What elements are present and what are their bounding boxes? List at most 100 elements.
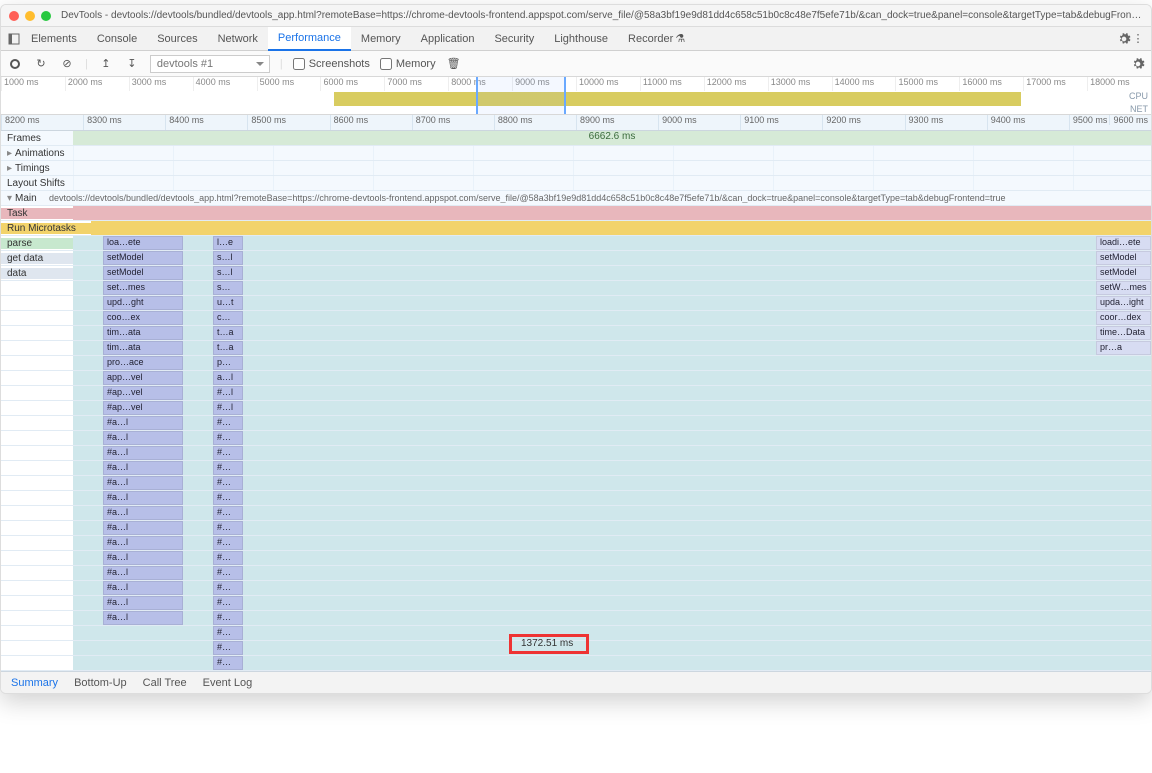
minimize-icon[interactable] — [25, 11, 35, 21]
flame-row[interactable]: #a…l #… — [1, 461, 1151, 476]
task-row[interactable]: Task — [1, 206, 1151, 221]
save-profile-button[interactable]: ↧ — [124, 56, 140, 72]
flame-data[interactable]: data setModel s…l setModel — [1, 266, 1151, 281]
flame-row[interactable]: #a…l #… — [1, 431, 1151, 446]
flame-row[interactable]: pro…ace p… — [1, 356, 1151, 371]
flame-block[interactable]: pro…ace — [103, 356, 183, 370]
flame-block[interactable]: #… — [213, 566, 243, 580]
flame-block[interactable]: #a…l — [103, 611, 183, 625]
flame-block[interactable]: #a…l — [103, 461, 183, 475]
settings-icon[interactable] — [1117, 32, 1131, 46]
flame-block[interactable]: #… — [213, 656, 243, 670]
flame-block[interactable]: set…mes — [103, 281, 183, 295]
flame-block[interactable]: s… — [213, 281, 243, 295]
flame-block[interactable]: upd…ght — [103, 296, 183, 310]
close-icon[interactable] — [9, 11, 19, 21]
flame-row[interactable]: tim…atat…apr…a — [1, 341, 1151, 356]
flame-block[interactable]: #… — [213, 536, 243, 550]
flame-block[interactable]: #a…l — [103, 551, 183, 565]
flame-row[interactable]: app…vela…l — [1, 371, 1151, 386]
tab-call-tree[interactable]: Call Tree — [143, 677, 187, 689]
tab-console[interactable]: Console — [87, 27, 147, 51]
flame-block[interactable]: #a…l — [103, 596, 183, 610]
flame-block[interactable]: #… — [213, 431, 243, 445]
flame-block[interactable]: #a…l — [103, 536, 183, 550]
flame-block[interactable]: #a…l — [103, 446, 183, 460]
flame-block[interactable]: #… — [213, 626, 243, 640]
flame-row[interactable]: #a…l#… — [1, 566, 1151, 581]
flame-block[interactable]: loa…ete — [103, 236, 183, 250]
flame-block[interactable]: #a…l — [103, 476, 183, 490]
zoom-icon[interactable] — [41, 11, 51, 21]
flame-block[interactable]: setModel — [1096, 251, 1151, 265]
profile-select[interactable]: devtools #1 — [150, 55, 270, 73]
flame-row[interactable]: #a…l #… — [1, 446, 1151, 461]
flame-block[interactable]: l…e — [213, 236, 243, 250]
flame-block[interactable]: #ap…vel — [103, 401, 183, 415]
flame-block[interactable]: p… — [213, 356, 243, 370]
tab-performance[interactable]: Performance — [268, 27, 351, 51]
flame-block[interactable]: s…l — [213, 266, 243, 280]
flame-block[interactable]: #… — [213, 611, 243, 625]
capture-settings-icon[interactable] — [1131, 57, 1145, 71]
flame-row[interactable]: #a…l #… — [1, 491, 1151, 506]
flame-block[interactable]: setModel — [103, 251, 183, 265]
flame-row[interactable]: #a…l #… — [1, 536, 1151, 551]
dock-side-icon[interactable] — [7, 32, 21, 46]
flame-block[interactable]: coo…ex — [103, 311, 183, 325]
flame-block[interactable]: #… — [213, 416, 243, 430]
timings-track[interactable]: Timings — [1, 161, 1151, 176]
flame-parse[interactable]: parse loa…ete l…e loadi…ete — [1, 236, 1151, 251]
flame-block[interactable]: tim…ata — [103, 341, 183, 355]
overview-selection-handle[interactable] — [476, 77, 566, 114]
tab-sources[interactable]: Sources — [147, 27, 207, 51]
flame-block[interactable]: u…t — [213, 296, 243, 310]
flame-row[interactable]: coo…exc…coor…dex — [1, 311, 1151, 326]
flame-row[interactable]: #a…l #… — [1, 596, 1151, 611]
memory-checkbox[interactable]: Memory — [380, 58, 436, 70]
more-icon[interactable]: ⋮ — [1131, 32, 1145, 46]
flame-block[interactable]: #a…l — [103, 521, 183, 535]
tab-memory[interactable]: Memory — [351, 27, 411, 51]
tab-recorder[interactable]: Recorder ⚗ — [618, 27, 697, 51]
flame-block[interactable]: c… — [213, 311, 243, 325]
timeline-overview[interactable]: 1000 ms2000 ms3000 ms4000 ms5000 ms6000 … — [1, 77, 1151, 115]
flame-block[interactable]: #… — [213, 506, 243, 520]
flame-block[interactable]: upda…ight — [1096, 296, 1151, 310]
flame-row[interactable]: #a…l #… — [1, 611, 1151, 626]
tab-event-log[interactable]: Event Log — [203, 677, 253, 689]
record-button[interactable] — [7, 56, 23, 72]
flamechart-area[interactable]: Frames 6662.6 ms Animations Timings Layo… — [1, 131, 1151, 671]
flame-row[interactable]: #a…l#… — [1, 551, 1151, 566]
clear-button[interactable]: ⊘ — [59, 56, 75, 72]
flame-row[interactable]: #ap…vel#…l — [1, 401, 1151, 416]
flame-block[interactable]: #… — [213, 446, 243, 460]
flame-block[interactable]: t…a — [213, 326, 243, 340]
flame-block[interactable]: setModel — [103, 266, 183, 280]
garbage-collect-button[interactable]: 🗑 — [446, 56, 462, 72]
flame-block[interactable]: #…l — [213, 386, 243, 400]
flame-block[interactable]: #… — [213, 491, 243, 505]
flame-block[interactable]: #a…l — [103, 431, 183, 445]
load-profile-button[interactable]: ↥ — [98, 56, 114, 72]
flame-block[interactable]: setW…mes — [1096, 281, 1151, 295]
flame-row[interactable]: set…mes s… setW…mes — [1, 281, 1151, 296]
flame-row[interactable]: #a…l #… — [1, 506, 1151, 521]
ruler[interactable]: 8200 ms8300 ms8400 ms8500 ms8600 ms8700 … — [1, 115, 1151, 131]
flame-block[interactable]: #… — [213, 476, 243, 490]
flame-block[interactable]: time…Data — [1096, 326, 1151, 340]
flame-block[interactable]: #… — [213, 461, 243, 475]
tab-application[interactable]: Application — [411, 27, 485, 51]
tab-lighthouse[interactable]: Lighthouse — [544, 27, 618, 51]
flame-block[interactable]: #a…l — [103, 506, 183, 520]
flame-row[interactable]: #a…l#… — [1, 581, 1151, 596]
screenshots-checkbox[interactable]: Screenshots — [293, 58, 370, 70]
flame-block[interactable]: app…vel — [103, 371, 183, 385]
flame-block[interactable]: t…a — [213, 341, 243, 355]
flame-block[interactable]: #… — [213, 596, 243, 610]
flame-block[interactable]: #a…l — [103, 416, 183, 430]
flame-block[interactable]: #a…l — [103, 491, 183, 505]
microtasks-row[interactable]: Run Microtasks — [1, 221, 1151, 236]
flame-block[interactable]: setModel — [1096, 266, 1151, 280]
flame-row[interactable]: #a…l #… — [1, 416, 1151, 431]
